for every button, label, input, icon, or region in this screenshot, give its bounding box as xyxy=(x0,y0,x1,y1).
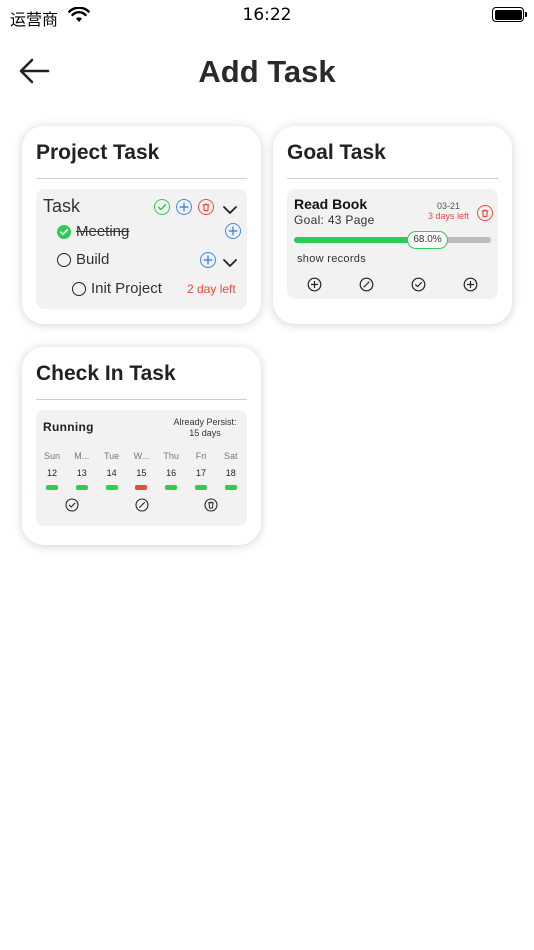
page-title: Add Task xyxy=(198,54,336,89)
add-subtask-meeting-button[interactable] xyxy=(225,223,241,239)
day-name: Sat xyxy=(224,451,238,461)
day-name: M... xyxy=(74,451,90,461)
clock: 16:22 xyxy=(242,5,292,25)
task-label: Task xyxy=(43,196,81,216)
day-name: Sun xyxy=(43,451,60,461)
persist-label: Already Persist: xyxy=(173,417,237,427)
goal-task-card[interactable]: Goal Task Read Book Goal: 43 Page 03-21 … xyxy=(273,126,512,324)
progress-bar xyxy=(294,237,491,243)
slash-circle-icon xyxy=(135,498,149,512)
day-number: 16 xyxy=(166,468,177,478)
day-number: 18 xyxy=(225,468,236,478)
subtask-label-build: Build xyxy=(76,251,110,268)
goal-target: Goal: 43 Page xyxy=(294,213,375,227)
day-column: Sat 18 xyxy=(216,451,246,490)
day-column: Thu 16 xyxy=(156,451,186,490)
subtask-checkbox-init-project[interactable] xyxy=(72,282,86,296)
delete-checkin-button[interactable] xyxy=(204,498,218,512)
week-strip: Sun 12 M... 13 Tue 14 W... 15 Thu 16 Fri 17 Sat 18 xyxy=(36,451,247,501)
persist-value: 15 days xyxy=(189,428,221,438)
day-name: Fri xyxy=(195,451,207,461)
day-number: 13 xyxy=(76,468,87,478)
goal-days-left: 3 days left xyxy=(428,211,470,221)
day-status-bar xyxy=(46,485,58,490)
add-subtask-build-button[interactable] xyxy=(200,252,216,268)
trash-circle-icon xyxy=(204,498,218,512)
goal-date: 03-21 xyxy=(437,201,461,211)
subtask-done-check-icon[interactable] xyxy=(57,225,71,239)
subtask-label-meeting: Meeting xyxy=(76,223,130,240)
day-status-bar xyxy=(135,485,148,490)
delete-task-button[interactable] xyxy=(198,199,214,215)
day-status-bar xyxy=(195,485,207,490)
delete-goal-button[interactable] xyxy=(477,205,493,221)
day-column: Tue 14 xyxy=(97,451,127,490)
day-column: W... 15 xyxy=(126,451,156,490)
progress-percent: 68.0% xyxy=(407,231,448,249)
plus-icon xyxy=(203,255,213,265)
day-column: Sun 12 xyxy=(37,451,67,490)
status-bar: 运营商 16:22 xyxy=(0,0,534,32)
goal-task-title: Goal Task xyxy=(287,141,386,164)
collapse-build-button[interactable] xyxy=(222,255,238,267)
subtask-label-init-project: Init Project xyxy=(91,280,162,297)
checkin-task-card[interactable]: Check In Task Running Already Persist: 1… xyxy=(22,347,261,545)
checkin-status: Running xyxy=(43,420,94,434)
trash-icon xyxy=(202,203,210,212)
add-goal-button[interactable] xyxy=(463,277,478,292)
day-column: M... 13 xyxy=(67,451,97,490)
day-name: W... xyxy=(133,451,150,461)
add-record-button[interactable] xyxy=(307,277,322,292)
day-status-bar xyxy=(165,485,178,490)
day-status-bar xyxy=(75,485,88,490)
persist-info: Already Persist: 15 days xyxy=(166,417,244,439)
day-number: 15 xyxy=(136,468,147,478)
checkin-task-title: Check In Task xyxy=(36,362,176,385)
plus-circle-icon xyxy=(463,277,478,292)
divider xyxy=(287,178,498,179)
plus-circle-icon xyxy=(307,277,322,292)
skip-checkin-button[interactable] xyxy=(135,498,149,512)
subtask-checkbox-build[interactable] xyxy=(57,253,71,267)
project-task-card[interactable]: Project Task Task Meeting Build Init Pro… xyxy=(22,126,261,324)
check-circle-icon xyxy=(411,277,426,292)
goal-name: Read Book xyxy=(294,196,368,212)
complete-task-button[interactable] xyxy=(154,199,170,215)
plus-icon xyxy=(179,202,189,212)
battery-icon xyxy=(492,7,527,22)
day-number: 14 xyxy=(106,468,117,478)
check-in-button[interactable] xyxy=(65,498,79,512)
day-column: Fri 17 xyxy=(186,451,216,490)
show-records-link[interactable]: show records xyxy=(297,253,366,265)
day-number: 17 xyxy=(195,468,206,478)
skip-button[interactable] xyxy=(359,277,374,292)
day-name: Tue xyxy=(104,451,120,461)
add-subtask-button[interactable] xyxy=(176,199,192,215)
chevron-down-icon xyxy=(223,259,237,267)
plus-icon xyxy=(228,226,238,236)
chevron-down-icon xyxy=(223,206,237,214)
divider xyxy=(36,178,247,179)
day-name: Thu xyxy=(163,451,179,461)
day-number: 12 xyxy=(46,468,57,478)
divider xyxy=(36,399,247,400)
checkin-task-preview: Running Already Persist: 15 days Sun 12 M.… xyxy=(36,410,247,526)
days-left-label: 2 day left xyxy=(187,282,236,296)
project-task-title: Project Task xyxy=(36,141,160,164)
day-status-bar xyxy=(224,485,237,490)
trash-icon xyxy=(481,209,489,218)
slash-circle-icon xyxy=(359,277,374,292)
check-circle-icon xyxy=(65,498,79,512)
day-status-bar xyxy=(105,485,118,490)
collapse-task-button[interactable] xyxy=(222,202,238,214)
complete-goal-button[interactable] xyxy=(411,277,426,292)
project-task-preview: Task Meeting Build Init Project 2 day le… xyxy=(36,189,247,309)
goal-task-preview: Read Book Goal: 43 Page 03-21 3 days lef… xyxy=(287,189,498,299)
check-icon xyxy=(157,203,167,211)
